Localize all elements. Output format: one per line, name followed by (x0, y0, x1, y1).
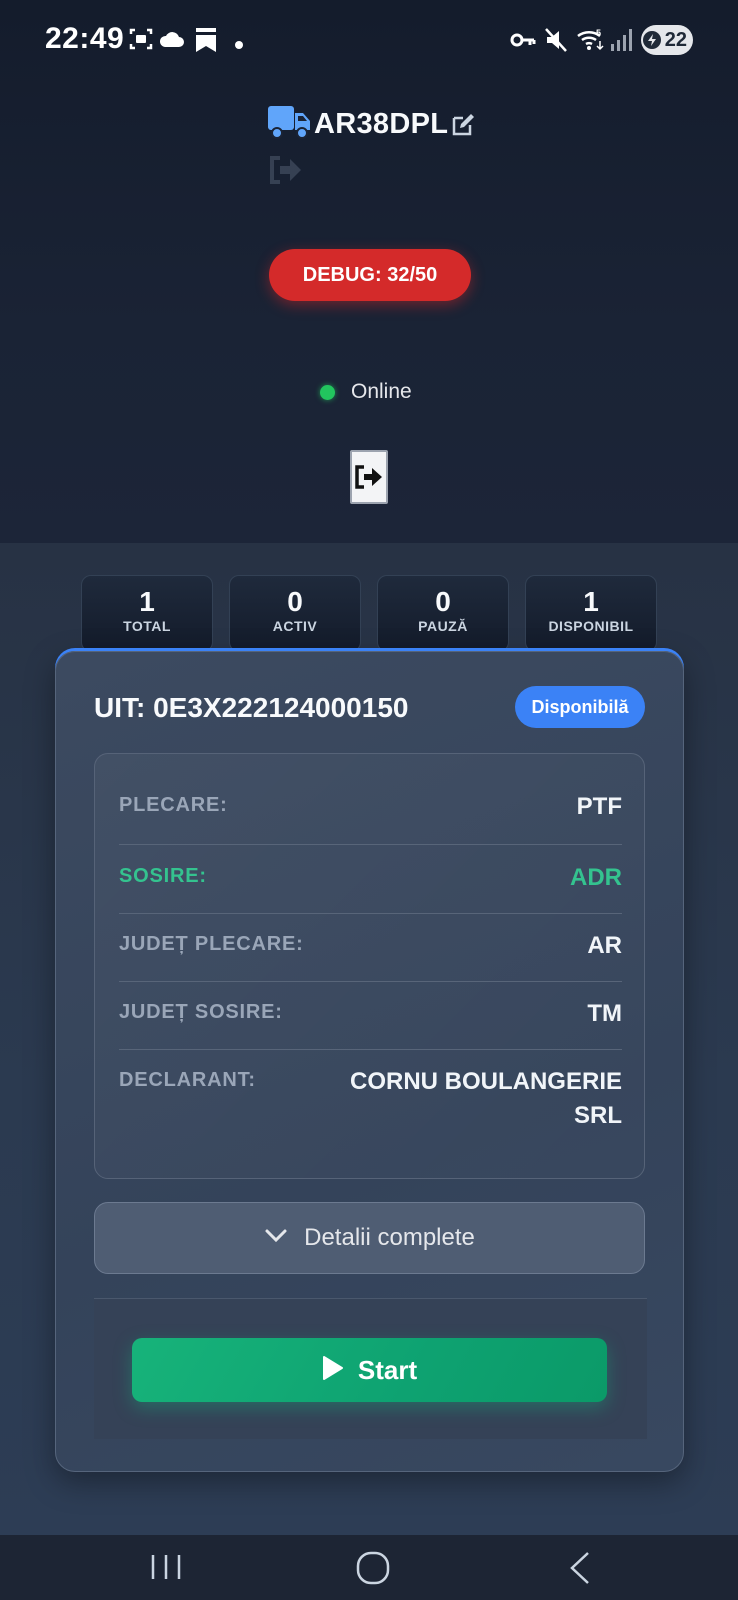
connection-status: Online (320, 380, 412, 404)
home-icon[interactable] (356, 1551, 390, 1590)
connection-status-label: Online (351, 380, 412, 403)
status-badge: Disponibilă (515, 686, 645, 728)
back-icon[interactable] (568, 1551, 592, 1590)
details-toggle-label: Detalii complete (304, 1224, 475, 1251)
stat-value: 1 (583, 586, 599, 617)
details-toggle-button[interactable]: Detalii complete (94, 1202, 645, 1274)
mute-icon (544, 27, 568, 58)
stat-label: TOTAL (123, 618, 171, 634)
stat-active: 0 ACTIV (229, 575, 361, 652)
detail-label: JUDEȚ PLECARE: (119, 933, 304, 955)
detail-row-declarant: DECLARANT: CORNU BOULANGERIE SRL (119, 1050, 622, 1160)
detail-row-departure: PLECARE: PTF (119, 754, 622, 845)
detail-row-departure-county: JUDEȚ PLECARE: AR (119, 914, 622, 982)
stat-value: 0 (287, 586, 303, 617)
detail-value: AR (587, 932, 622, 959)
course-card: UIT: 0E3X222124000150 Disponibilă PLECAR… (55, 651, 684, 1472)
stat-pause: 0 PAUZĂ (377, 575, 509, 652)
detail-value: CORNU BOULANGERIE SRL (350, 1065, 622, 1133)
signal-icon (610, 28, 632, 57)
action-area: Start (94, 1298, 647, 1439)
online-indicator-icon (320, 384, 335, 400)
svg-text:5: 5 (596, 28, 601, 38)
course-details: PLECARE: PTF SOSIRE: ADR JUDEȚ PLECARE: … (94, 753, 645, 1179)
detail-value: PTF (576, 793, 622, 820)
vehicle-plate: AR38DPL (314, 107, 449, 140)
screenshot-icon (128, 26, 154, 57)
system-nav-bar (0, 1535, 738, 1600)
detail-row-arrival-county: JUDEȚ SOSIRE: TM (119, 982, 622, 1050)
debug-badge: DEBUG: 32/50 (269, 249, 471, 301)
truck-icon (268, 104, 312, 145)
cloud-icon (159, 30, 185, 53)
wifi-icon: 5 (576, 27, 606, 58)
stat-value: 1 (139, 586, 155, 617)
edit-icon[interactable] (450, 112, 476, 143)
detail-label: PLECARE: (119, 794, 228, 816)
logout-button[interactable] (350, 450, 388, 504)
detail-value: ADR (570, 864, 622, 891)
start-label: Start (357, 1354, 418, 1385)
detail-label: DECLARANT: (119, 1069, 256, 1091)
start-button[interactable]: Start (132, 1338, 607, 1402)
stat-available: 1 DISPONIBIL (525, 575, 657, 652)
stat-label: DISPONIBIL (548, 618, 634, 634)
stat-label: ACTIV (272, 618, 318, 634)
dot-icon (235, 36, 243, 54)
chevron-down-icon (264, 1228, 288, 1249)
uit-title: UIT: 0E3X222124000150 (94, 692, 409, 723)
declarant-name-line2: SRL (574, 1102, 622, 1129)
bookmark-icon (195, 27, 217, 58)
logout-icon[interactable] (268, 155, 302, 190)
battery-icon: 22 (641, 25, 693, 55)
key-icon (510, 30, 536, 55)
stat-label: PAUZĂ (418, 618, 468, 634)
detail-row-arrival: SOSIRE: ADR (119, 845, 622, 914)
battery-level: 22 (664, 29, 687, 51)
vehicle-header: AR38DPL (268, 104, 476, 144)
detail-label: SOSIRE: (119, 865, 207, 887)
status-bar: 22:49 5 22 (0, 0, 738, 80)
play-icon (322, 1355, 344, 1386)
declarant-name-line1: CORNU BOULANGERIE (349, 1068, 622, 1095)
recent-apps-icon[interactable] (150, 1553, 182, 1586)
detail-value: TM (587, 1000, 622, 1027)
stat-total: 1 TOTAL (81, 575, 213, 652)
stat-value: 0 (435, 586, 451, 617)
clock: 22:49 (45, 22, 125, 55)
detail-label: JUDEȚ SOSIRE: (119, 1001, 283, 1023)
